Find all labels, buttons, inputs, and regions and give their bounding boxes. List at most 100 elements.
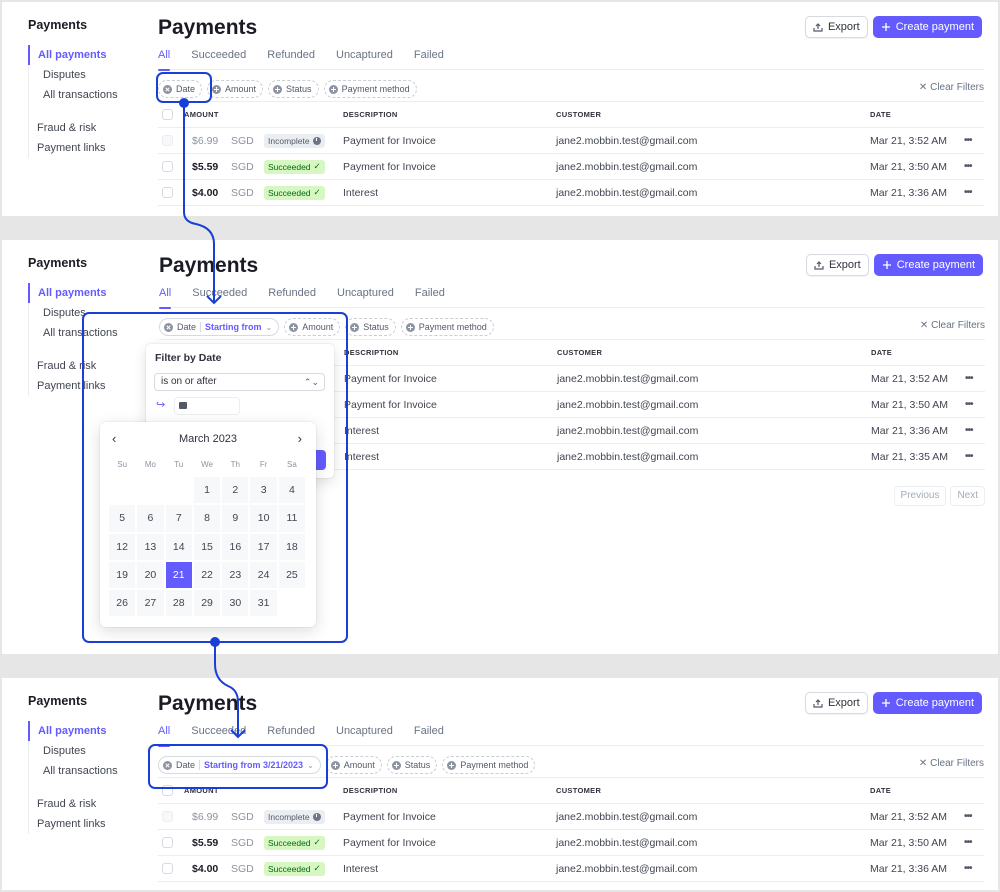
amount-filter-chip[interactable]: Amount bbox=[284, 318, 341, 336]
date-filter-chip[interactable]: Date Starting from ⌄ bbox=[159, 318, 280, 336]
sidebar-item-all-transactions[interactable]: All transactions bbox=[29, 761, 138, 781]
more-options-icon[interactable]: ••• bbox=[965, 399, 973, 410]
calendar-day[interactable]: 9 bbox=[221, 504, 250, 533]
remove-filter-icon[interactable] bbox=[163, 760, 172, 770]
more-options-icon[interactable]: ••• bbox=[964, 811, 972, 822]
calendar-day[interactable]: 2 bbox=[221, 476, 250, 505]
payment-method-filter-chip[interactable]: Payment method bbox=[400, 318, 494, 336]
calendar-day[interactable]: 30 bbox=[221, 589, 250, 618]
calendar-day-selected[interactable]: 21 bbox=[164, 560, 193, 590]
calendar-day[interactable]: 10 bbox=[249, 504, 278, 533]
sidebar-item-payment-links[interactable]: Payment links bbox=[29, 376, 138, 396]
calendar-day[interactable]: 20 bbox=[136, 560, 165, 590]
calendar-day[interactable]: 7 bbox=[164, 504, 193, 533]
tab-uncaptured[interactable]: Uncaptured bbox=[336, 724, 393, 746]
calendar-day[interactable]: 28 bbox=[164, 589, 193, 618]
calendar-day[interactable]: 26 bbox=[108, 589, 137, 618]
calendar-day[interactable]: 12 bbox=[108, 532, 137, 561]
column-header-date[interactable]: DATE bbox=[870, 786, 891, 795]
calendar-day[interactable]: 11 bbox=[277, 504, 307, 533]
date-input[interactable] bbox=[174, 397, 240, 415]
calendar-day[interactable]: 8 bbox=[192, 504, 222, 533]
tab-refunded[interactable]: Refunded bbox=[267, 724, 315, 746]
more-options-icon[interactable]: ••• bbox=[965, 373, 973, 384]
sidebar-item-all-payments[interactable]: All payments bbox=[28, 283, 138, 303]
export-button[interactable]: Export bbox=[804, 692, 868, 714]
export-button[interactable]: Export bbox=[805, 254, 869, 276]
status-filter-chip[interactable]: Status bbox=[386, 756, 438, 774]
calendar-day[interactable]: 24 bbox=[249, 560, 278, 590]
tab-uncaptured[interactable]: Uncaptured bbox=[336, 48, 393, 70]
calendar-day[interactable]: 14 bbox=[164, 532, 193, 561]
more-options-icon[interactable]: ••• bbox=[965, 451, 973, 462]
status-filter-chip[interactable]: Status bbox=[345, 318, 396, 336]
sidebar-item-payment-links[interactable]: Payment links bbox=[29, 138, 138, 158]
table-row[interactable]: $4.00 SGD Succeeded ✓ Interest jane2.mobb… bbox=[158, 180, 984, 206]
create-payment-button[interactable]: Create payment bbox=[872, 16, 982, 38]
tab-failed[interactable]: Failed bbox=[414, 48, 444, 70]
calendar-day[interactable]: 18 bbox=[277, 532, 307, 561]
export-button[interactable]: Export bbox=[804, 16, 868, 38]
calendar-day[interactable]: 6 bbox=[136, 504, 165, 533]
next-month-icon[interactable]: › bbox=[298, 431, 302, 446]
more-options-icon[interactable]: ••• bbox=[964, 187, 972, 198]
sidebar-item-disputes[interactable]: Disputes bbox=[29, 65, 138, 85]
select-all-checkbox[interactable] bbox=[162, 785, 173, 796]
row-checkbox[interactable] bbox=[162, 161, 173, 172]
calendar-day[interactable]: 23 bbox=[221, 560, 250, 590]
amount-filter-chip[interactable]: Amount bbox=[207, 80, 264, 98]
calendar-day[interactable]: 31 bbox=[249, 589, 278, 618]
table-row[interactable]: $6.99 SGD Incomplete Payment for Invoice… bbox=[158, 128, 984, 154]
calendar-day[interactable]: 13 bbox=[136, 532, 165, 561]
tab-refunded[interactable]: Refunded bbox=[268, 286, 316, 308]
column-header-description[interactable]: DESCRIPTION bbox=[343, 110, 398, 119]
remove-filter-icon[interactable] bbox=[164, 322, 173, 332]
more-options-icon[interactable]: ••• bbox=[964, 135, 972, 146]
calendar-day[interactable]: 16 bbox=[221, 532, 250, 561]
sidebar-item-disputes[interactable]: Disputes bbox=[29, 303, 138, 323]
tab-all[interactable]: All bbox=[159, 286, 172, 309]
calendar-day[interactable]: 19 bbox=[108, 560, 137, 590]
tab-all[interactable]: All bbox=[158, 724, 171, 747]
amount-filter-chip[interactable]: Amount bbox=[325, 756, 382, 774]
column-header-description[interactable]: DESCRIPTION bbox=[344, 348, 399, 357]
sidebar-item-fraud-risk[interactable]: Fraud & risk bbox=[29, 356, 138, 376]
calendar-day[interactable]: 17 bbox=[249, 532, 278, 561]
row-checkbox[interactable] bbox=[162, 837, 173, 848]
create-payment-button[interactable]: Create payment bbox=[872, 692, 982, 714]
payment-method-filter-chip[interactable]: Payment method bbox=[323, 80, 417, 98]
tab-succeeded[interactable]: Succeeded bbox=[191, 48, 246, 70]
table-row[interactable]: $4.00 SGD Succeeded ✓ Interest jane2.mobb… bbox=[158, 856, 984, 882]
status-filter-chip[interactable]: Status bbox=[268, 80, 319, 98]
row-checkbox[interactable] bbox=[162, 863, 173, 874]
date-filter-chip[interactable]: Date Starting from 3/21/2023 ⌄ bbox=[158, 756, 321, 774]
column-header-customer[interactable]: CUSTOMER bbox=[556, 786, 601, 795]
column-header-date[interactable]: DATE bbox=[870, 110, 891, 119]
calendar-day[interactable]: 3 bbox=[249, 476, 278, 505]
calendar-day[interactable]: 25 bbox=[277, 560, 307, 590]
calendar-day[interactable]: 5 bbox=[108, 504, 137, 533]
previous-page-button[interactable]: Previous bbox=[893, 486, 947, 506]
sidebar-item-disputes[interactable]: Disputes bbox=[29, 741, 138, 761]
sidebar-item-fraud-risk[interactable]: Fraud & risk bbox=[29, 794, 138, 814]
table-row[interactable]: $6.99 SGD Incomplete Payment for Invoice… bbox=[158, 804, 984, 830]
sidebar-item-all-payments[interactable]: All payments bbox=[28, 45, 138, 65]
date-filter-chip[interactable]: Date bbox=[158, 80, 203, 98]
tab-uncaptured[interactable]: Uncaptured bbox=[337, 286, 394, 308]
tab-succeeded[interactable]: Succeeded bbox=[191, 724, 246, 746]
tab-all[interactable]: All bbox=[158, 48, 171, 71]
calendar-day[interactable]: 27 bbox=[136, 589, 165, 618]
column-header-amount[interactable]: AMOUNT bbox=[184, 110, 219, 119]
calendar-day[interactable]: 29 bbox=[192, 589, 222, 618]
tab-succeeded[interactable]: Succeeded bbox=[192, 286, 247, 308]
select-all-checkbox[interactable] bbox=[162, 109, 173, 120]
more-options-icon[interactable]: ••• bbox=[964, 837, 972, 848]
clear-filters-button[interactable]: ✕ Clear Filters bbox=[919, 82, 984, 93]
payment-method-filter-chip[interactable]: Payment method bbox=[442, 756, 536, 774]
row-checkbox[interactable] bbox=[162, 135, 173, 146]
clear-filters-button[interactable]: ✕ Clear Filters bbox=[920, 320, 985, 331]
table-row[interactable]: $5.59 SGD Succeeded ✓ Payment for Invoice… bbox=[158, 154, 984, 180]
sidebar-item-all-transactions[interactable]: All transactions bbox=[29, 323, 138, 343]
remove-filter-icon[interactable] bbox=[163, 84, 172, 94]
column-header-customer[interactable]: CUSTOMER bbox=[557, 348, 602, 357]
